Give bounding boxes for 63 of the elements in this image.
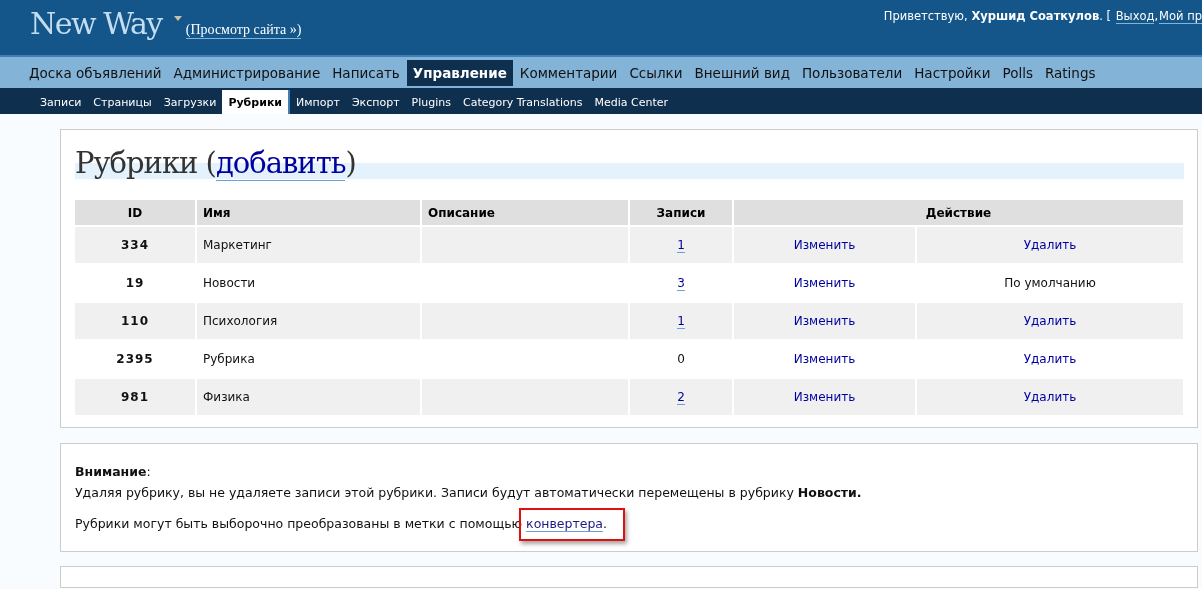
menu-tab[interactable]: Настройки xyxy=(909,59,996,86)
column-header: Описание xyxy=(422,200,628,225)
posts-link[interactable]: 1 xyxy=(677,314,685,329)
delete-link[interactable]: Удалить xyxy=(1023,238,1077,252)
submenu-tab[interactable]: Media Center xyxy=(588,90,674,114)
table-cell: 334 xyxy=(75,227,195,263)
menu-tab[interactable]: Внешний вид xyxy=(689,59,795,86)
column-header: ID xyxy=(75,200,195,225)
menu-tab[interactable]: Polls xyxy=(997,59,1038,86)
menu-tab[interactable]: Доска объявлений xyxy=(24,59,167,86)
table-cell: Маркетинг xyxy=(197,227,420,263)
site-title[interactable]: New Way xyxy=(30,6,162,41)
menu-tab[interactable]: Комментарии xyxy=(514,59,623,86)
caret-icon[interactable] xyxy=(173,16,182,21)
table-cell-text: 2395 xyxy=(115,351,155,368)
table-cell: Психология xyxy=(197,303,420,339)
menu-tab[interactable]: Ratings xyxy=(1039,59,1101,86)
greeting-text: Приветствую, Хуршид Соаткулов. [ xyxy=(883,9,1111,23)
table-cell: 981 xyxy=(75,379,195,415)
table-cell-text: Новости xyxy=(202,275,257,292)
table-cell: Физика xyxy=(197,379,420,415)
posts-link[interactable]: 2 xyxy=(677,390,685,405)
edit-link[interactable]: Изменить xyxy=(793,390,856,404)
period-text: . xyxy=(603,516,607,531)
edit-link[interactable]: Изменить xyxy=(793,352,856,366)
submenu-tab[interactable]: Plugins xyxy=(405,90,457,114)
submenu-tab[interactable]: Записи xyxy=(34,90,88,114)
edit-link[interactable]: Изменить xyxy=(793,238,856,252)
table-cell: 110 xyxy=(75,303,195,339)
column-header: Имя xyxy=(197,200,420,225)
submenu-tab[interactable]: Экспорт xyxy=(345,90,406,114)
table-cell-text: 19 xyxy=(124,275,146,292)
menu-tab[interactable]: Пользователи xyxy=(796,59,908,86)
default-label: По умолчанию xyxy=(1004,276,1096,290)
edit-link[interactable]: Изменить xyxy=(793,314,856,328)
submenu-tab[interactable]: Рубрики xyxy=(222,90,291,114)
notice-heading: Внимание: xyxy=(75,464,151,479)
view-site-link[interactable]: (Просмотр сайта ») xyxy=(185,22,302,39)
submenu-tab[interactable]: Импорт xyxy=(290,90,346,114)
submenu-tab[interactable]: Загрузки xyxy=(157,90,223,114)
menu-tab[interactable]: Написать xyxy=(327,59,405,86)
menu-tab[interactable]: Ссылки xyxy=(624,59,688,86)
page-title: ) xyxy=(345,146,356,180)
posts-link[interactable]: 1 xyxy=(677,238,685,253)
submenu-tab[interactable]: Страницы xyxy=(87,90,158,114)
converter-link[interactable]: конвертера xyxy=(526,516,603,532)
edit-link[interactable]: Изменить xyxy=(793,276,856,290)
delete-link[interactable]: Удалить xyxy=(1023,314,1077,328)
page-title: Рубрики ( xyxy=(75,146,216,180)
add-link[interactable]: добавить xyxy=(215,148,346,181)
submenu-tab[interactable]: Category Translations xyxy=(457,90,589,114)
delete-link[interactable]: Удалить xyxy=(1023,352,1077,366)
separator-text: , xyxy=(1154,9,1159,23)
table-cell-text: Рубрика xyxy=(202,351,256,368)
posts-count: 0 xyxy=(677,352,685,366)
posts-link[interactable]: 3 xyxy=(677,276,685,291)
column-header: Действие xyxy=(734,200,1183,225)
menu-tab[interactable]: Управление xyxy=(406,59,513,86)
notice-text: Удаляя рубрику, вы не удаляете записи этой рубрики. Записи будут автоматически перемещены в рубрику Новости. xyxy=(75,485,862,500)
menu-tab[interactable]: Администрирование xyxy=(168,59,326,86)
delete-link[interactable]: Удалить xyxy=(1023,390,1077,404)
user-link[interactable]: Мой пр xyxy=(1159,9,1202,24)
column-header: Записи xyxy=(630,200,732,225)
